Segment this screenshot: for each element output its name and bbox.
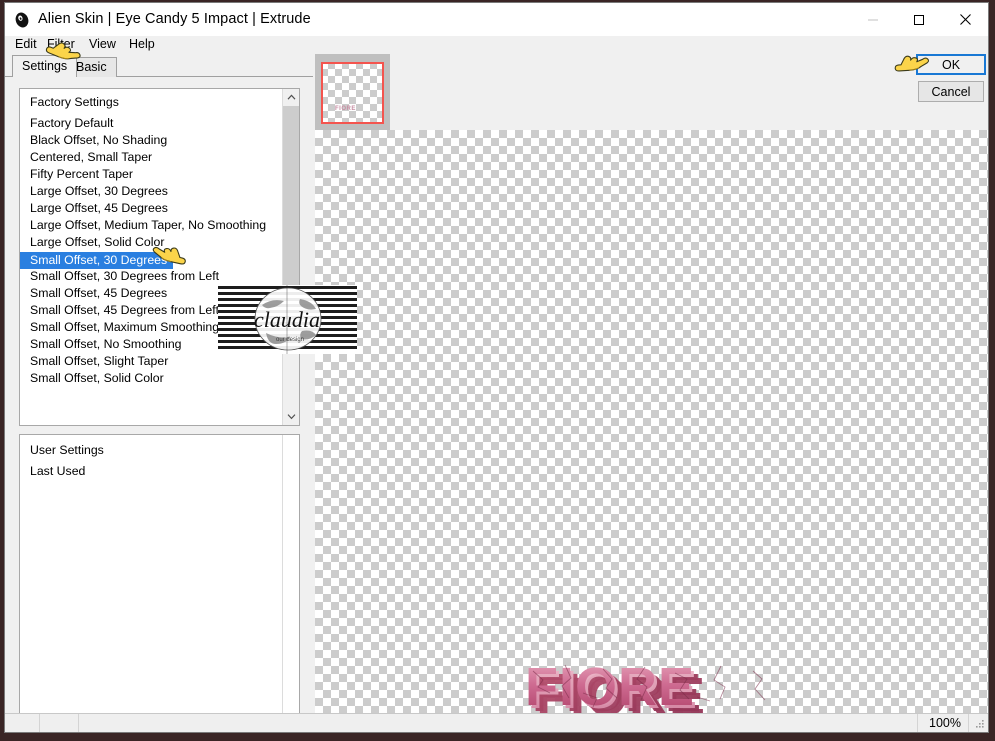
list-item-user-settings[interactable]: User Settings <box>20 442 299 459</box>
list-item[interactable]: Large Offset, 30 Degrees <box>20 183 282 200</box>
pointing-hand-cursor <box>44 41 86 72</box>
list-item[interactable]: Small Offset, Slight Taper <box>20 353 282 370</box>
settings-panel: Settings Basic Factory Settings Factory … <box>5 54 313 732</box>
window-controls <box>850 3 988 36</box>
list-item[interactable]: Black Offset, No Shading <box>20 132 282 149</box>
svg-text:our design: our design <box>276 337 304 343</box>
list-item[interactable]: Small Offset, Solid Color <box>20 370 282 387</box>
menu-item-view[interactable]: View <box>86 37 119 51</box>
list-item[interactable]: Factory Default <box>20 115 282 132</box>
preview-canvas[interactable]: FIORE FIORE FIORE FIORE <box>315 130 988 715</box>
list-item[interactable]: Fifty Percent Taper <box>20 166 282 183</box>
navigator-thumbnail[interactable]: FIORE <box>315 54 390 130</box>
resize-grip-icon[interactable] <box>973 718 985 730</box>
svg-text:FIORE: FIORE <box>525 657 695 715</box>
status-separator <box>917 714 918 732</box>
status-separator <box>39 714 40 732</box>
list-group-header-factory-settings: Factory Settings <box>30 95 119 109</box>
settings-list-scrollbar[interactable] <box>282 89 299 425</box>
artwork-extruded-text: FIORE FIORE FIORE FIORE <box>525 657 795 715</box>
window-title: Alien Skin | Eye Candy 5 Impact | Extrud… <box>38 11 311 27</box>
chevron-down-icon <box>287 414 296 420</box>
status-bar: 100% <box>5 713 988 732</box>
close-icon <box>959 14 971 25</box>
list-item-last-used[interactable]: Last Used <box>20 463 299 480</box>
close-button[interactable] <box>942 3 988 36</box>
pointing-hand-cursor <box>148 244 188 273</box>
minimize-icon <box>868 19 878 20</box>
minimize-button[interactable] <box>850 3 896 36</box>
maximize-button[interactable] <box>896 3 942 36</box>
claudia-watermark: claudia our design <box>218 285 357 354</box>
scroll-down-button[interactable] <box>283 408 299 425</box>
application-window-screenshot: Alien Skin | Eye Candy 5 Impact | Extrud… <box>0 0 995 741</box>
list-item[interactable]: Large Offset, 45 Degrees <box>20 200 282 217</box>
cancel-button[interactable]: Cancel <box>918 81 984 102</box>
menu-bar: Edit Filter View Help <box>5 36 988 54</box>
status-separator <box>968 714 969 732</box>
zoom-level-label: 100% <box>929 716 961 730</box>
status-separator <box>78 714 79 732</box>
list-item[interactable]: Centered, Small Taper <box>20 149 282 166</box>
menu-item-help[interactable]: Help <box>126 37 158 51</box>
chevron-up-icon <box>287 94 296 100</box>
maximize-icon <box>914 14 924 25</box>
pointing-hand-cursor <box>893 53 933 82</box>
title-bar: Alien Skin | Eye Candy 5 Impact | Extrud… <box>5 3 988 36</box>
list-item[interactable]: Large Offset, Medium Taper, No Smoothing <box>20 217 282 234</box>
alien-skin-dialog-window: Alien Skin | Eye Candy 5 Impact | Extrud… <box>4 2 989 733</box>
navigator-viewport-rect[interactable] <box>321 62 384 124</box>
user-settings-listbox[interactable]: User Settings Last Used <box>19 434 300 722</box>
menu-item-edit[interactable]: Edit <box>12 37 40 51</box>
alien-head-icon <box>13 11 31 29</box>
preview-panel: FIORE FIORE FIORE FIORE FIORE <box>313 54 988 715</box>
scroll-up-button[interactable] <box>283 89 299 106</box>
